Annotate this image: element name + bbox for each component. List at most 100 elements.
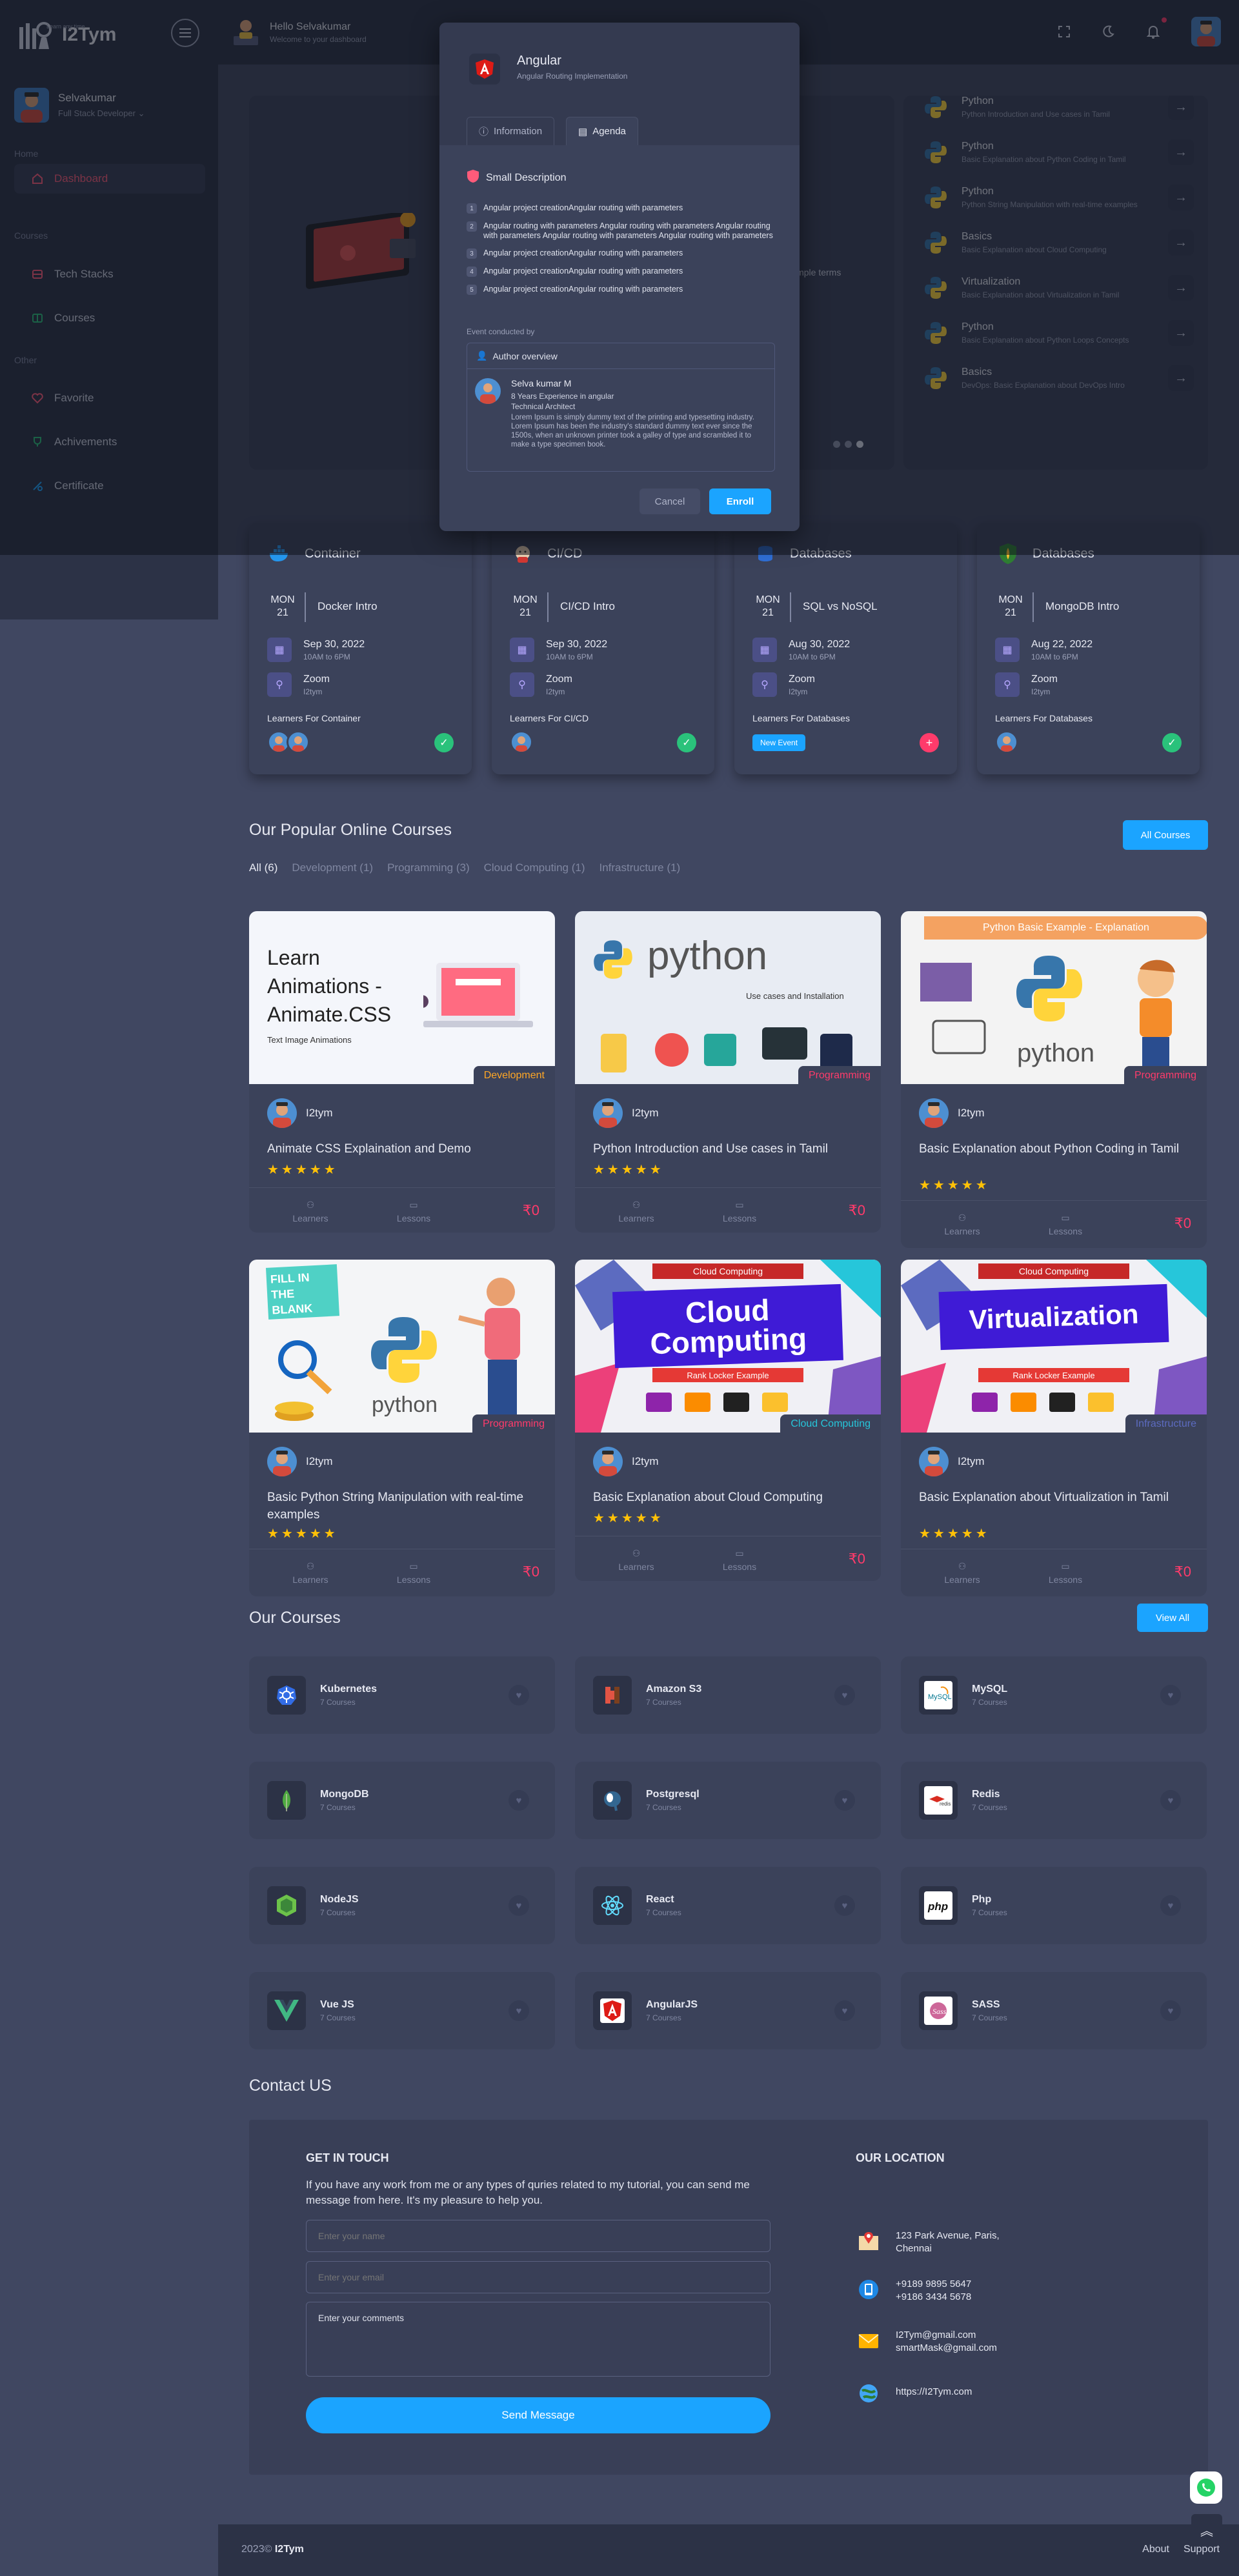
calendar-icon: ▤ — [578, 126, 588, 137]
heart-icon[interactable]: ♥ — [834, 1685, 855, 1706]
filter-tab[interactable]: All (6) — [249, 861, 277, 874]
event-card[interactable]: Databases MON 21 SQL vs NoSQL ▦ Aug 30, 2… — [734, 523, 957, 774]
event-card[interactable]: Container MON 21 Docker Intro ▦ Sep 30, 2… — [249, 523, 472, 774]
chevron-down-icon[interactable]: ⌄ — [138, 108, 145, 118]
tech-stack-card[interactable]: Kubernetes 7 Courses ♥ — [249, 1656, 555, 1734]
scroll-to-top-button[interactable]: ︽ — [1191, 2514, 1222, 2545]
lessons-stat: ▭ Lessons — [710, 1200, 769, 1223]
tech-stack-card[interactable]: MySQL MySQL 7 Courses ♥ — [901, 1656, 1207, 1734]
playlist-item[interactable]: Basics Basic Explanation about Cloud Com… — [923, 223, 1194, 262]
tech-stack-card[interactable]: MongoDB 7 Courses ♥ — [249, 1762, 555, 1839]
calendar-icon: ▦ — [510, 638, 534, 662]
heart-icon[interactable]: ♥ — [1160, 1895, 1181, 1916]
sidebar-item-favorite[interactable]: Favorite — [14, 383, 205, 413]
filter-tab[interactable]: Infrastructure (1) — [599, 861, 680, 874]
arrow-right-icon[interactable]: → — [1168, 275, 1194, 301]
tech-stack-card[interactable]: Postgresql 7 Courses ♥ — [575, 1762, 881, 1839]
tech-stack-card[interactable]: php Php 7 Courses ♥ — [901, 1867, 1207, 1944]
course-card[interactable]: python Use cases and Installation Progra… — [575, 911, 881, 1233]
tech-stack-card[interactable]: redis Redis 7 Courses ♥ — [901, 1762, 1207, 1839]
tech-stack-card[interactable]: Amazon S3 7 Courses ♥ — [575, 1656, 881, 1734]
course-title[interactable]: Basic Python String Manipulation with re… — [267, 1489, 538, 1524]
enroll-button[interactable]: Enroll — [709, 488, 771, 514]
filter-tab[interactable]: Development (1) — [292, 861, 373, 874]
arrow-right-icon[interactable]: → — [1168, 185, 1194, 210]
tab-information[interactable]: ⓘ Information — [467, 117, 555, 145]
heart-icon[interactable]: ♥ — [509, 1685, 529, 1706]
heart-icon[interactable]: ♥ — [1160, 1685, 1181, 1706]
rating-stars: ★★★★★ — [919, 1527, 990, 1541]
sidebar-item-certificate[interactable]: Certificate — [14, 471, 205, 501]
arrow-right-icon[interactable]: → — [1168, 320, 1194, 346]
tab-agenda[interactable]: ▤ Agenda — [566, 117, 638, 145]
tech-stack-card[interactable]: Sass SASS 7 Courses ♥ — [901, 1972, 1207, 2049]
playlist-item[interactable]: Basics DevOps: Basic Explanation about D… — [923, 359, 1194, 397]
arrow-right-icon[interactable]: → — [1168, 96, 1194, 120]
heart-icon[interactable]: ♥ — [834, 2000, 855, 2021]
location-pin-icon: ⚲ — [267, 672, 292, 697]
filter-tab[interactable]: Cloud Computing (1) — [484, 861, 585, 874]
arrow-right-icon[interactable]: → — [1168, 365, 1194, 391]
playlist-item[interactable]: Python Basic Explanation about Python Co… — [923, 133, 1194, 172]
avatar[interactable] — [1191, 17, 1221, 46]
event-learners: Learners For CI/CD — [510, 713, 589, 723]
course-card[interactable]: Python Basic Example - Explanation pytho… — [901, 911, 1207, 1248]
playlist-item-subtitle: Python Introduction and Use cases in Tam… — [962, 110, 1110, 119]
carousel-dots[interactable] — [833, 441, 863, 448]
bell-icon[interactable] — [1143, 22, 1163, 41]
event-card[interactable]: Databases MON 21 MongoDB Intro ▦ Aug 22, … — [977, 523, 1200, 774]
playlist-item[interactable]: Virtualization Basic Explanation about V… — [923, 268, 1194, 307]
cancel-button[interactable]: Cancel — [640, 488, 700, 514]
lessons-stat: ▭ Lessons — [385, 1561, 443, 1585]
course-card[interactable]: FILL IN THE BLANK python Programming I2t… — [249, 1260, 555, 1596]
heart-icon[interactable]: ♥ — [1160, 1790, 1181, 1811]
whatsapp-icon[interactable] — [1190, 2471, 1222, 2504]
view-all-button[interactable]: View All — [1137, 1604, 1208, 1632]
course-thumbnail: FILL IN THE BLANK python — [249, 1260, 555, 1433]
heart-icon[interactable]: ♥ — [834, 1895, 855, 1916]
playlist-item[interactable]: Python Python Introduction and Use cases… — [923, 96, 1194, 126]
menu-toggle-button[interactable] — [171, 19, 199, 47]
sidebar-item-achivements[interactable]: Achivements — [14, 427, 205, 457]
sidebar-user[interactable]: Selvakumar Full Stack Developer ⌄ — [14, 88, 145, 123]
course-card[interactable]: Cloud Computing Virtualization Rank Lock… — [901, 1260, 1207, 1596]
tech-stack-card[interactable]: NodeJS 7 Courses ♥ — [249, 1867, 555, 1944]
filter-tab[interactable]: Programming (3) — [387, 861, 470, 874]
name-field[interactable] — [306, 2220, 771, 2252]
heart-icon[interactable]: ♥ — [509, 2000, 529, 2021]
heart-icon[interactable]: ♥ — [834, 1790, 855, 1811]
footer-link-support[interactable]: Support — [1184, 2544, 1220, 2555]
heart-icon[interactable]: ♥ — [509, 1895, 529, 1916]
arrow-right-icon[interactable]: → — [1168, 230, 1194, 256]
course-title[interactable]: Basic Explanation about Virtualization i… — [919, 1489, 1190, 1506]
course-footer: ⚇ Learners ▭ Lessons ₹0 — [575, 1187, 881, 1233]
event-card[interactable]: CI/CD MON 21 CI/CD Intro ▦ Sep 30, 2022 10… — [492, 523, 714, 774]
angular-icon — [469, 54, 500, 85]
playlist-item[interactable]: Python Python String Manipulation with r… — [923, 178, 1194, 217]
moon-icon[interactable] — [1098, 22, 1118, 41]
course-title[interactable]: Basic Explanation about Cloud Computing — [593, 1489, 864, 1506]
sidebar-item-dashboard[interactable]: Dashboard — [14, 164, 205, 194]
add-icon[interactable]: + — [920, 733, 939, 752]
course-card[interactable]: Learn Animations - Animate.CSS Text Image … — [249, 911, 555, 1233]
all-courses-button[interactable]: All Courses — [1123, 820, 1208, 850]
playlist-item[interactable]: Python Basic Explanation about Python Lo… — [923, 314, 1194, 352]
footer-link-about[interactable]: About — [1142, 2544, 1169, 2555]
course-card[interactable]: Cloud Computing Cloud Computing Rank Loc… — [575, 1260, 881, 1581]
arrow-right-icon[interactable]: → — [1168, 139, 1194, 165]
course-title[interactable]: Animate CSS Explaination and Demo — [267, 1140, 538, 1158]
check-icon: ✓ — [434, 733, 454, 752]
heart-icon[interactable]: ♥ — [1160, 2000, 1181, 2021]
tech-stack-card[interactable]: React 7 Courses ♥ — [575, 1867, 881, 1944]
tech-stack-card[interactable]: Vue JS 7 Courses ♥ — [249, 1972, 555, 2049]
comments-field[interactable]: Enter your comments — [306, 2302, 771, 2377]
sidebar-item-courses[interactable]: Courses — [14, 303, 205, 333]
email-field[interactable] — [306, 2261, 771, 2293]
course-title[interactable]: Python Introduction and Use cases in Tam… — [593, 1140, 864, 1158]
fullscreen-icon[interactable] — [1054, 22, 1074, 41]
course-title[interactable]: Basic Explanation about Python Coding in… — [919, 1140, 1190, 1158]
sidebar-item-tech-stacks[interactable]: Tech Stacks — [14, 259, 205, 289]
tech-stack-card[interactable]: AngularJS 7 Courses ♥ — [575, 1972, 881, 2049]
heart-icon[interactable]: ♥ — [509, 1790, 529, 1811]
send-message-button[interactable]: Send Message — [306, 2397, 771, 2433]
